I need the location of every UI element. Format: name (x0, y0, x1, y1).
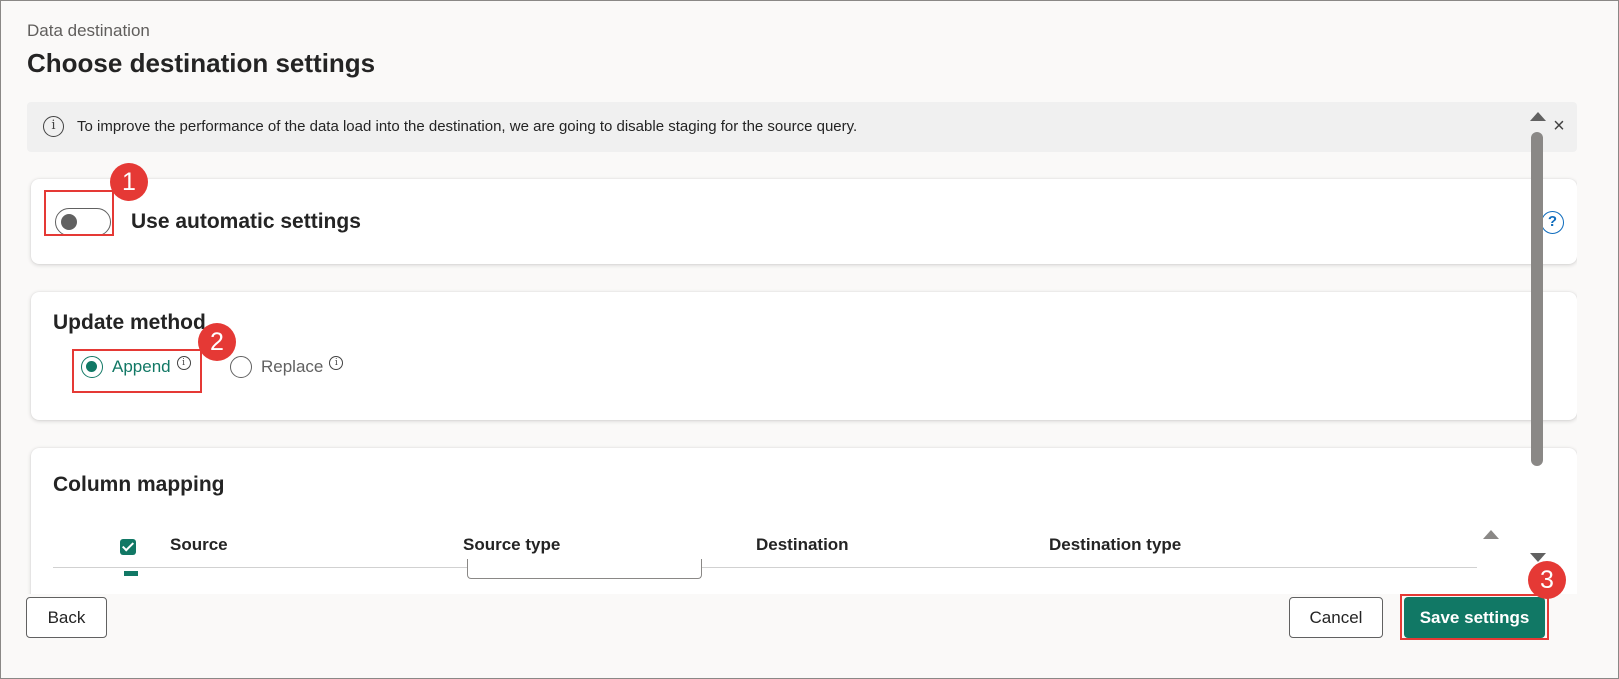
back-button[interactable]: Back (26, 597, 107, 638)
append-info-icon[interactable]: i (176, 356, 191, 370)
row-checkbox[interactable] (124, 571, 138, 576)
radio-replace-circle[interactable] (230, 356, 252, 378)
toggle-knob (61, 214, 77, 230)
column-mapping-title: Column mapping (53, 473, 225, 496)
column-header-source: Source (170, 535, 228, 554)
page-title: Choose destination settings (27, 48, 376, 78)
automatic-settings-card: Use automatic settings ? (31, 179, 1577, 264)
radio-append-circle[interactable] (81, 356, 103, 378)
source-type-dropdown[interactable] (467, 559, 702, 579)
select-all-checkbox[interactable] (120, 539, 136, 555)
radio-replace-label[interactable]: Replace (261, 357, 323, 377)
radio-append-label[interactable]: Append (112, 357, 171, 377)
column-header-destination: Destination (756, 535, 849, 554)
settings-content: i To improve the performance of the data… (27, 102, 1577, 594)
column-header-destination-type: Destination type (1049, 535, 1182, 554)
breadcrumb: Data destination (27, 21, 150, 40)
replace-info-icon[interactable]: i (329, 356, 344, 370)
step-badge-1: 1 (110, 163, 148, 201)
automatic-settings-label: Use automatic settings (131, 210, 361, 233)
info-message-bar: i To improve the performance of the data… (27, 102, 1577, 152)
scrollbar-thumb[interactable] (1531, 132, 1543, 466)
table-header-divider (53, 567, 1477, 568)
step-badge-2: 2 (198, 323, 236, 361)
radio-append[interactable]: Append i (81, 356, 191, 378)
info-icon: i (43, 116, 64, 137)
automatic-settings-toggle[interactable] (55, 208, 111, 236)
help-icon[interactable]: ? (1541, 211, 1564, 234)
step-badge-3: 3 (1528, 561, 1566, 599)
update-method-card: Update method Append i Replace i (31, 292, 1577, 420)
column-mapping-card: Column mapping Source Source type Destin… (31, 448, 1577, 594)
close-icon[interactable]: × (1547, 114, 1571, 138)
scroll-up-icon[interactable] (1530, 112, 1546, 121)
dialog-frame: Data destination Choose destination sett… (0, 0, 1619, 679)
column-header-source-type: Source type (463, 535, 561, 554)
update-method-title: Update method (53, 311, 206, 334)
radio-replace[interactable]: Replace i (230, 356, 344, 378)
save-settings-button[interactable]: Save settings (1404, 597, 1545, 638)
table-scroll-up-icon[interactable] (1483, 530, 1499, 539)
mapping-table-header: Source Source type Destination Destinati… (31, 532, 1531, 560)
info-message-text: To improve the performance of the data l… (77, 118, 858, 135)
cancel-button[interactable]: Cancel (1289, 597, 1383, 638)
